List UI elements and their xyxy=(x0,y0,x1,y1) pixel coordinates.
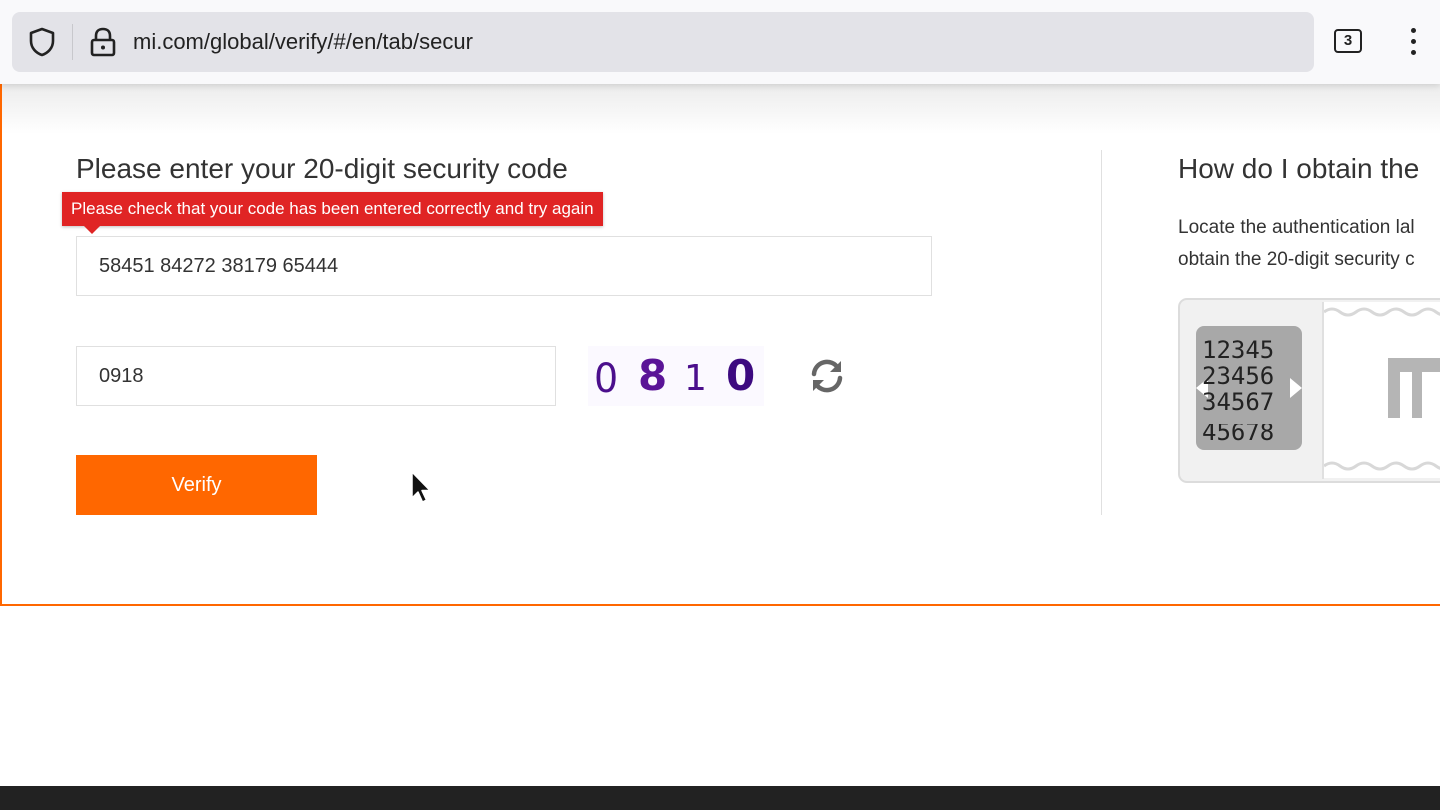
security-code-input[interactable] xyxy=(76,236,932,296)
label-code-row: 23456 xyxy=(1202,362,1274,390)
help-text-line: obtain the 20-digit security c xyxy=(1178,249,1415,270)
shield-icon[interactable] xyxy=(26,26,58,58)
captcha-image: 0 8 1 0 xyxy=(588,346,764,406)
help-title: How do I obtain the xyxy=(1178,153,1420,184)
footer-bar xyxy=(0,786,1440,810)
url-text[interactable]: mi.com/global/verify/#/en/tab/secur xyxy=(133,28,473,56)
error-tooltip: Please check that your code has been ent… xyxy=(62,192,603,234)
refresh-icon[interactable] xyxy=(808,357,846,395)
tab-count-button[interactable]: 3 xyxy=(1334,29,1362,53)
address-bar-separator xyxy=(72,24,73,60)
captcha-input[interactable] xyxy=(76,346,556,406)
lock-icon[interactable] xyxy=(88,26,118,58)
captcha-digit: 0 xyxy=(726,351,755,400)
help-text: Locate the authentication lal obtain the… xyxy=(1178,212,1440,276)
captcha-digit: 0 xyxy=(594,356,618,402)
column-divider xyxy=(1101,150,1102,515)
captcha-digit: 1 xyxy=(684,358,707,399)
help-text-line: Locate the authentication lal xyxy=(1178,217,1415,238)
label-code-row: 34567 xyxy=(1202,388,1274,416)
browser-toolbar: mi.com/global/verify/#/en/tab/secur 3 xyxy=(0,0,1440,84)
verify-button[interactable]: Verify xyxy=(76,455,317,515)
mouse-cursor-icon xyxy=(411,471,431,503)
label-code-row: 12345 xyxy=(1202,336,1274,364)
captcha-digit: 8 xyxy=(638,351,667,400)
overflow-menu-icon[interactable] xyxy=(1404,26,1422,60)
form-title: Please enter your 20-digit security code xyxy=(76,153,568,184)
authentication-label-image: 12345 23456 34567 45678 xyxy=(1178,298,1440,483)
